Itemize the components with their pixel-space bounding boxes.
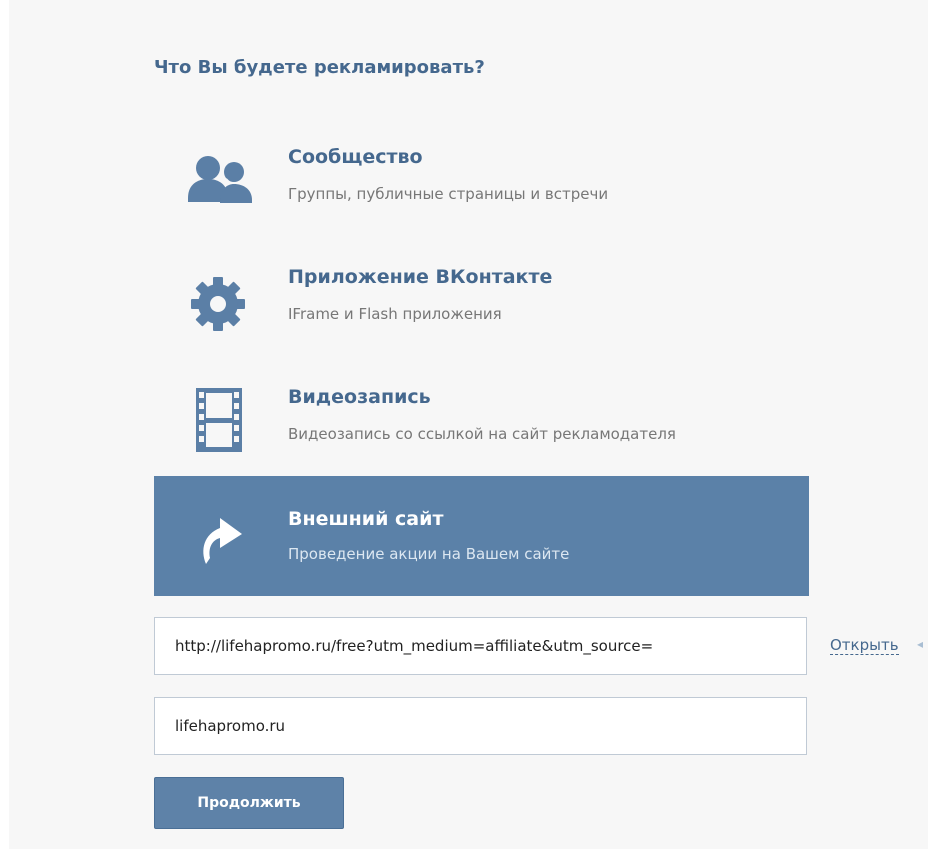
- page-title: Что Вы будете рекламировать?: [154, 57, 485, 78]
- option-community[interactable]: Сообщество Группы, публичные страницы и …: [154, 126, 809, 246]
- option-video-title: Видеозапись: [288, 386, 431, 408]
- option-external-site[interactable]: Внешний сайт Проведение акции на Вашем с…: [154, 476, 809, 596]
- open-link[interactable]: Открыть: [830, 636, 899, 655]
- option-community-description: Группы, публичные страницы и встречи: [288, 185, 609, 203]
- gear-icon: [191, 277, 245, 331]
- option-app-description: IFrame и Flash приложения: [288, 305, 502, 323]
- option-app[interactable]: Приложение ВКонтакте IFrame и Flash прил…: [154, 246, 809, 366]
- external-link-arrow-icon: [203, 518, 242, 564]
- film-icon: [196, 388, 242, 452]
- option-community-title: Сообщество: [288, 146, 423, 168]
- community-icon: [188, 156, 252, 203]
- domain-input[interactable]: [154, 697, 807, 755]
- option-external-site-title: Внешний сайт: [288, 508, 444, 530]
- option-app-title: Приложение ВКонтакте: [288, 266, 553, 288]
- option-video[interactable]: Видеозапись Видеозапись со ссылкой на са…: [154, 366, 809, 486]
- option-video-description: Видеозапись со ссылкой на сайт рекламода…: [288, 425, 676, 443]
- url-input[interactable]: [154, 617, 807, 675]
- arrow-icon: ◂: [917, 637, 924, 651]
- continue-button[interactable]: Продолжить: [154, 777, 344, 829]
- option-external-site-description: Проведение акции на Вашем сайте: [288, 545, 570, 563]
